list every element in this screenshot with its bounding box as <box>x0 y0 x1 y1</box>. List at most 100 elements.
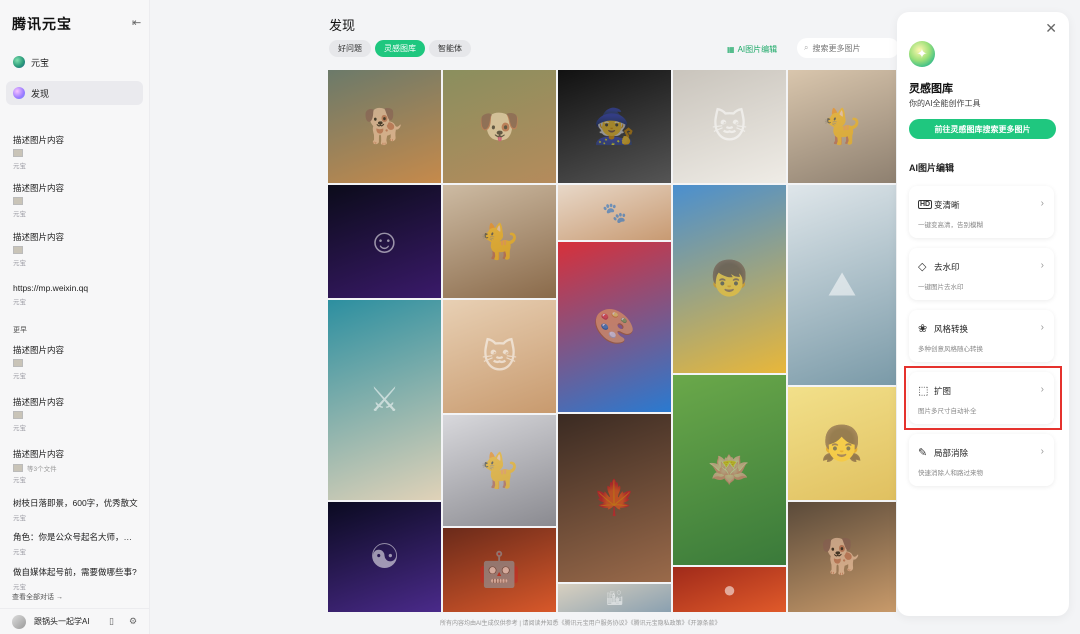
view-all-chats-link[interactable]: 查看全部对话 → <box>12 592 63 602</box>
history-title: 描述图片内容 <box>13 135 65 145</box>
history-title: 描述图片内容 <box>13 345 65 355</box>
tab-inspiration-gallery[interactable]: 灵感图库 <box>375 40 425 57</box>
history-title: https://mp.weixin.qq <box>13 283 89 293</box>
history-item[interactable]: 树枝日落即景，600字，优秀散文 元宝 <box>13 497 138 522</box>
gallery-image[interactable]: 🐱 <box>673 70 786 183</box>
tool-label: 局部消除 <box>934 448 969 458</box>
sword-icon: ⚔ <box>369 381 400 419</box>
tool-description: 多种创意风格随心转换 <box>918 346 983 353</box>
history-item[interactable]: 描述图片内容 元宝 <box>13 344 138 380</box>
chevron-right-icon: › <box>1040 322 1044 333</box>
gallery-image[interactable]: 🏙 <box>558 584 671 612</box>
gallery-image[interactable]: 👧 <box>788 387 896 500</box>
collapse-sidebar-icon[interactable]: ⇤ <box>132 16 141 29</box>
tool-card-watermark[interactable]: ◇ 去水印 一键图片去水印 › <box>909 248 1054 300</box>
dog-icon: 🐕 <box>820 538 864 576</box>
maple-leaf-icon: 🍁 <box>593 479 636 517</box>
tool-label: 变清晰 <box>934 200 960 210</box>
history-source: 元宝 <box>13 425 26 432</box>
gallery-image[interactable]: ☯ <box>328 502 441 612</box>
avatar[interactable] <box>12 614 26 629</box>
tool-description: 一键变高清，告别模糊 <box>918 222 983 229</box>
sidebar: 腾讯元宝 ⇤ 元宝 发现 描述图片内容 元宝 描述图片内容 元宝 描述图片内容 … <box>0 0 150 634</box>
history-source: 元宝 <box>13 211 26 218</box>
gallery-image[interactable]: 👦 <box>673 185 786 373</box>
expand-tool-highlight <box>904 366 1062 430</box>
history-item[interactable]: 描述图片内容 元宝 <box>13 182 138 218</box>
tab-bar: 好问题 灵感图库 智能体 <box>329 40 471 57</box>
tool-card-erase[interactable]: ✎ 局部消除 快速消除人和路过来物 › <box>909 434 1054 486</box>
ai-edit-section-title: AI图片编辑 <box>909 163 955 173</box>
search-input[interactable] <box>812 43 885 53</box>
history-item[interactable]: 描述图片内容 元宝 <box>13 396 138 432</box>
gallery-image[interactable]: 🐈 <box>788 70 896 183</box>
history-item[interactable]: 做自媒体起号前，需要做哪些事? 元宝 <box>13 566 138 591</box>
gallery-image[interactable]: 🪷 <box>673 375 786 565</box>
gallery-image[interactable]: 🐕 <box>328 70 441 183</box>
history-item[interactable]: 描述图片内容 元宝 <box>13 231 138 267</box>
gallery-image[interactable]: 🐾 <box>558 185 671 240</box>
history-item[interactable]: 角色：你是公众号起名大师，已... 元宝 <box>13 531 138 556</box>
gallery-image[interactable]: 🍁 <box>558 414 671 582</box>
history-title: 描述图片内容 <box>13 397 65 407</box>
history-item[interactable]: 描述图片内容 元宝 <box>13 134 138 170</box>
boy-icon: 👦 <box>708 260 751 298</box>
gear-icon[interactable]: ⚙ <box>129 616 137 627</box>
ai-image-edit-button[interactable]: ▦ AI图片编辑 <box>727 44 777 55</box>
gallery-image[interactable]: 🐈 <box>443 185 556 298</box>
paw-icon: 🐾 <box>602 202 627 224</box>
history-title: 做自媒体起号前，需要做哪些事? <box>13 567 137 577</box>
gallery-image[interactable]: ☺ <box>328 185 441 298</box>
image-gallery: 🐕 ☺ ⚔ ☯ 🐶 🐈 🐱 🐈 🤖 🧙 🐾 🎨 🍁 🏙 🐱 👦 🪷 ● 🐈 ⛰ … <box>328 70 896 612</box>
brand-title: 腾讯元宝 <box>12 17 72 33</box>
image-thumbnail <box>13 411 23 419</box>
history-source: 元宝 <box>13 299 26 306</box>
nav-label: 发现 <box>31 88 50 99</box>
gallery-image[interactable]: 🤖 <box>443 528 556 612</box>
cat-icon: 🐈 <box>478 451 521 490</box>
image-thumbnail <box>13 464 23 472</box>
nav-item-yuanbao[interactable]: 元宝 <box>6 50 143 74</box>
brush-icon: ✎ <box>918 447 928 459</box>
history-item[interactable]: https://mp.weixin.qq 元宝 <box>13 283 138 306</box>
planet-icon: ● <box>722 576 737 602</box>
gallery-image[interactable]: ⚔ <box>328 300 441 500</box>
cat-icon: 🐈 <box>820 107 864 146</box>
history-item[interactable]: 描述图片内容 等3个文件 元宝 <box>13 448 138 484</box>
tab-good-questions[interactable]: 好问题 <box>329 40 371 57</box>
inspiration-panel: ✕ ✦ 灵感图库 你的AI全能创作工具 前往灵感图库搜索更多图片 AI图片编辑 … <box>897 12 1069 616</box>
go-to-gallery-button[interactable]: 前往灵感图库搜索更多图片 <box>909 119 1056 139</box>
gallery-image[interactable]: 🐕 <box>788 502 896 612</box>
search-box[interactable]: ⌕ <box>797 38 899 58</box>
chevron-right-icon: › <box>1040 198 1044 209</box>
tool-card-enhance[interactable]: HD 变清晰 一键变高清，告别模糊 › <box>909 186 1054 238</box>
gallery-image[interactable]: 🐈 <box>443 415 556 526</box>
gallery-image[interactable]: ⛰ <box>788 185 896 385</box>
tool-description: 快速消除人和路过来物 <box>918 470 983 477</box>
dog-icon: 🐶 <box>478 107 521 146</box>
yuanbao-logo-icon <box>13 56 25 68</box>
gallery-image[interactable]: 🐱 <box>443 300 556 413</box>
gallery-image[interactable]: ● <box>673 567 786 612</box>
yin-yang-icon: ☯ <box>369 538 400 576</box>
nav-item-discover[interactable]: 发现 <box>6 81 143 105</box>
image-thumbnail <box>13 197 23 205</box>
witch-icon: 🧙 <box>593 107 636 146</box>
smiley-icon: ☺ <box>367 222 402 260</box>
chevron-right-icon: › <box>1040 260 1044 271</box>
tool-card-style[interactable]: ❀ 风格转换 多种创意风格随心转换 › <box>909 310 1054 362</box>
image-thumbnail <box>13 149 23 157</box>
history-source: 元宝 <box>13 515 26 522</box>
cat-icon: 🐱 <box>711 107 748 146</box>
tab-agents[interactable]: 智能体 <box>429 40 471 57</box>
history-source: 元宝 <box>13 584 26 591</box>
image-thumbnail <box>13 246 23 254</box>
gallery-image[interactable]: 🎨 <box>558 242 671 412</box>
gallery-image[interactable]: 🐶 <box>443 70 556 183</box>
image-thumbnail <box>13 359 23 367</box>
eraser-icon: ◇ <box>918 261 927 273</box>
phone-icon[interactable]: ▯ <box>109 616 114 627</box>
gallery-image[interactable]: 🧙 <box>558 70 671 183</box>
lotus-icon: 🪷 <box>708 451 751 489</box>
close-icon[interactable]: ✕ <box>1045 20 1057 37</box>
